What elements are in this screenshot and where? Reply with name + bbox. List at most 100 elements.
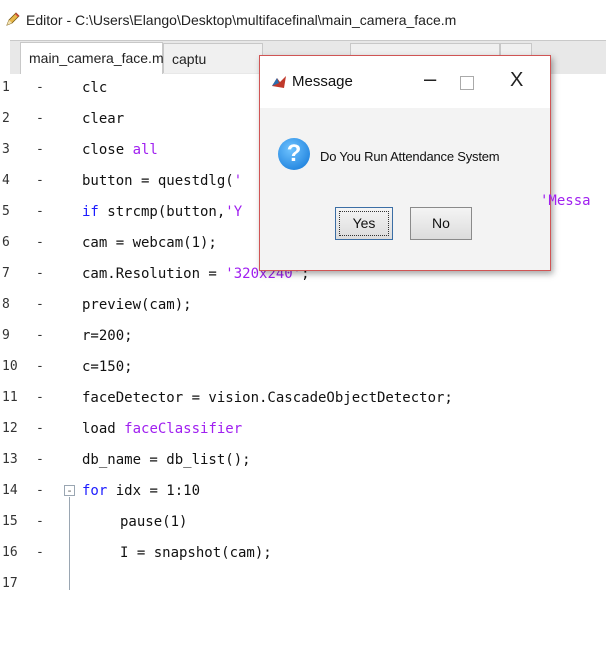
- line-number: 4: [2, 173, 10, 188]
- fold-guide: [69, 497, 70, 590]
- line-number: 3: [2, 142, 10, 157]
- line-number: 11: [2, 390, 18, 405]
- line-number: 13: [2, 452, 18, 467]
- line-number: 8: [2, 297, 10, 312]
- yes-button[interactable]: Yes: [335, 207, 393, 240]
- matlab-logo-icon: [271, 74, 287, 90]
- question-icon: ?: [278, 138, 310, 170]
- tab-label: captu: [172, 51, 207, 67]
- line-number: 16: [2, 545, 18, 560]
- line-number: 17: [2, 576, 18, 591]
- line-number: 1: [2, 80, 10, 95]
- code-token: close: [82, 142, 133, 158]
- code-line[interactable]: 8 - preview(cam);: [0, 291, 606, 322]
- code-token: load: [82, 421, 125, 437]
- code-line[interactable]: 9 - r=200;: [0, 322, 606, 353]
- breakpoint-marker[interactable]: -: [36, 142, 44, 157]
- line-number: 12: [2, 421, 18, 436]
- code-text: if strcmp(button,'Y: [82, 204, 242, 220]
- breakpoint-marker[interactable]: -: [36, 266, 44, 281]
- window-titlebar: Editor - C:\Users\Elango\Desktop\multifa…: [0, 0, 606, 40]
- tab-main-camera-face[interactable]: main_camera_face.m✕: [20, 42, 185, 74]
- code-text: clear: [82, 111, 124, 127]
- code-token: strcmp(button,: [98, 204, 226, 220]
- minimize-icon[interactable]: –: [424, 66, 436, 92]
- code-token: cam.Resolution =: [82, 266, 226, 282]
- tab-label: main_camera_face.m: [29, 50, 164, 66]
- code-token: cam = webcam(1);: [82, 235, 217, 251]
- breakpoint-marker[interactable]: -: [36, 297, 44, 312]
- code-line[interactable]: 10 - c=150;: [0, 353, 606, 384]
- line-number: 5: [2, 204, 10, 219]
- code-text: r=200;: [82, 328, 133, 344]
- code-token: preview(cam);: [82, 297, 192, 313]
- code-token: for: [82, 483, 108, 499]
- code-line[interactable]: 16 - I = snapshot(cam);: [0, 539, 606, 570]
- code-token: button = questdlg(: [82, 173, 234, 189]
- breakpoint-marker[interactable]: -: [36, 452, 44, 467]
- breakpoint-marker[interactable]: -: [36, 80, 44, 95]
- code-token: idx = 1:10: [107, 483, 201, 499]
- code-line[interactable]: 14- - for idx = 1:10: [0, 477, 606, 508]
- code-token: c=150;: [82, 359, 133, 375]
- breakpoint-marker[interactable]: -: [36, 545, 44, 560]
- code-line[interactable]: 11 - faceDetector = vision.CascadeObjectDe…: [0, 384, 606, 415]
- tab-capture[interactable]: captu: [163, 43, 263, 73]
- editor-pencil-icon: [6, 12, 20, 26]
- code-token: pause(1): [120, 514, 188, 530]
- line-number: 10: [2, 359, 18, 374]
- code-token: clear: [82, 111, 125, 127]
- code-line[interactable]: 15 - pause(1): [0, 508, 606, 539]
- breakpoint-marker[interactable]: -: [36, 390, 44, 405]
- code-token: clc: [82, 80, 108, 96]
- code-text: load faceClassifier: [82, 421, 242, 437]
- dialog-message: Do You Run Attendance System: [320, 149, 500, 164]
- code-text: c=150;: [82, 359, 133, 375]
- line-number: 2: [2, 111, 10, 126]
- code-token: if: [82, 204, 99, 220]
- breakpoint-marker[interactable]: -: [36, 173, 44, 188]
- close-icon[interactable]: X: [510, 69, 523, 92]
- code-text: cam = webcam(1);: [82, 235, 217, 251]
- code-text: for idx = 1:10: [82, 483, 200, 499]
- maximize-icon[interactable]: [460, 76, 474, 90]
- breakpoint-marker[interactable]: -: [36, 204, 44, 219]
- code-text: faceDetector = vision.CascadeObjectDetec…: [82, 390, 453, 406]
- line-number: 14: [2, 483, 18, 498]
- code-text: preview(cam);: [82, 297, 192, 313]
- breakpoint-marker[interactable]: -: [36, 328, 44, 343]
- breakpoint-marker[interactable]: -: [36, 421, 44, 436]
- code-line[interactable]: 13 - db_name = db_list();: [0, 446, 606, 477]
- breakpoint-marker[interactable]: -: [36, 483, 44, 498]
- breakpoint-marker[interactable]: -: [36, 111, 44, 126]
- code-token: 'Messa: [540, 193, 591, 209]
- no-button[interactable]: No: [410, 207, 472, 240]
- code-text: clc: [82, 80, 107, 96]
- code-text: db_name = db_list();: [82, 452, 251, 468]
- line-number: 15: [2, 514, 18, 529]
- dialog-titlebar: Message – X: [260, 56, 550, 108]
- code-text: pause(1): [120, 514, 187, 530]
- line-number: 7: [2, 266, 10, 281]
- code-token: 'Y: [225, 204, 243, 220]
- code-token: faceClassifier: [124, 421, 243, 437]
- code-token: all: [132, 142, 158, 158]
- message-dialog: Message – X ? Do You Run Attendance Syst…: [259, 55, 551, 271]
- line-number: 9: [2, 328, 10, 343]
- dialog-title: Message: [292, 73, 353, 90]
- code-token: db_name = db_list();: [82, 452, 251, 468]
- window-title: Editor - C:\Users\Elango\Desktop\multifa…: [26, 12, 457, 28]
- breakpoint-marker[interactable]: -: [36, 514, 44, 529]
- code-token: faceDetector = vision.CascadeObjectDetec…: [82, 390, 453, 406]
- code-line[interactable]: 17: [0, 570, 606, 601]
- breakpoint-marker[interactable]: -: [36, 235, 44, 250]
- code-text: button = questdlg(': [82, 173, 242, 189]
- code-token: I = snapshot(cam);: [120, 545, 272, 561]
- code-token: ': [233, 173, 243, 189]
- code-text: close all: [82, 142, 158, 158]
- breakpoint-marker[interactable]: -: [36, 359, 44, 374]
- line-number: 6: [2, 235, 10, 250]
- code-line[interactable]: 12 - load faceClassifier: [0, 415, 606, 446]
- focus-ring: [339, 211, 389, 236]
- fold-toggle-icon[interactable]: -: [64, 485, 75, 496]
